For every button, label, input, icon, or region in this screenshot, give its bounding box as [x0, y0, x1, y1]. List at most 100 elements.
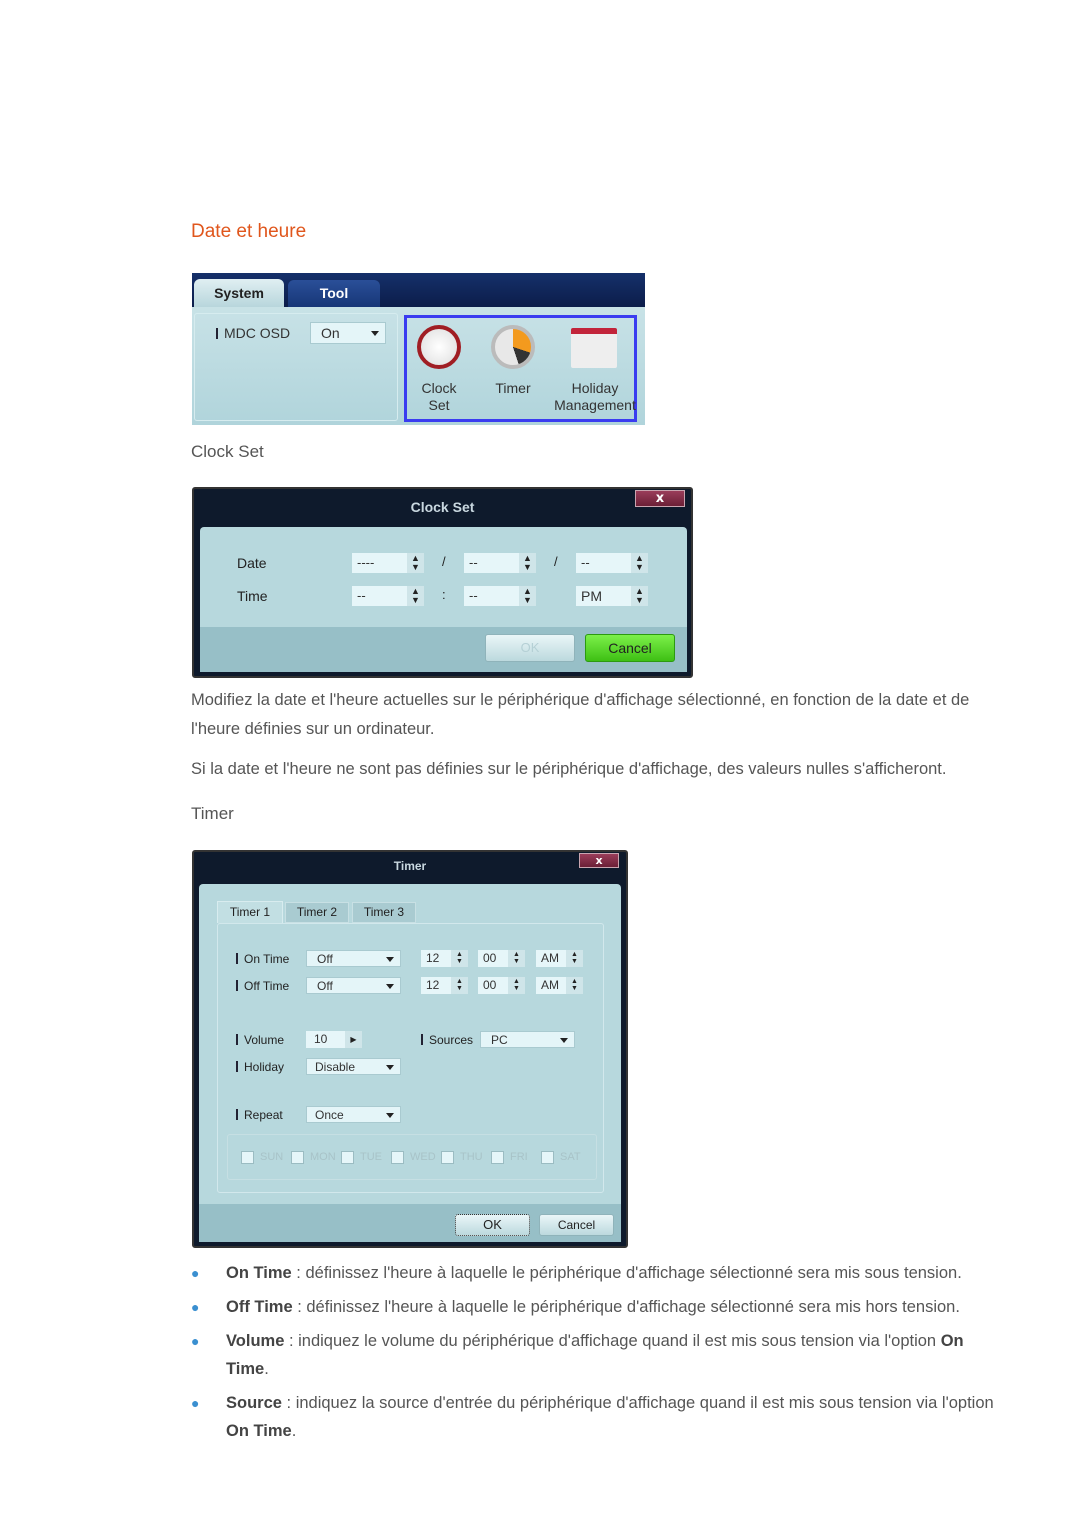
minute-spinner[interactable]: -- ▲ ▼ [464, 586, 536, 606]
calendar-icon[interactable] [571, 328, 617, 368]
tab-tool[interactable]: Tool [288, 280, 380, 307]
up-down-arrows-icon[interactable]: ▲ ▼ [407, 553, 424, 573]
up-down-arrows-icon[interactable]: ▲ ▼ [566, 950, 583, 967]
description: : indiquez la source d'entrée du périphé… [281, 1394, 994, 1412]
chevron-down-icon [386, 1112, 394, 1122]
tab-timer-1[interactable]: Timer 1 [217, 901, 283, 923]
off-minute-spinner[interactable]: 00 ▲ ▼ [478, 977, 525, 994]
holiday-management-label[interactable]: Holiday Management [547, 380, 643, 414]
day-checkbox-sat[interactable] [541, 1151, 554, 1164]
dialog-title: Timer [393, 859, 427, 873]
paragraph: Modifiez la date et l'heure actuelles su… [191, 691, 970, 738]
description: : définissez l'heure à laquelle le périp… [292, 1298, 960, 1316]
on-hour-spinner[interactable]: 12 ▲ ▼ [421, 950, 468, 967]
on-minute-spinner[interactable]: 00 ▲ ▼ [478, 950, 525, 967]
clock-icon[interactable] [417, 325, 461, 369]
close-button[interactable]: x [635, 490, 685, 507]
cancel-button[interactable]: Cancel [539, 1214, 614, 1236]
up-down-arrows-icon[interactable]: ▲ ▼ [508, 950, 525, 967]
month-spinner[interactable]: -- ▲ ▼ [464, 553, 536, 573]
mdc-osd-label: MDC OSD [216, 325, 290, 341]
up-down-arrows-icon[interactable]: ▲ ▼ [631, 553, 648, 573]
year-spinner[interactable]: ---- ▲ ▼ [352, 553, 424, 573]
timer-dialog: Timer x Timer 1 Timer 2 Timer 3 On Time … [192, 850, 628, 1248]
bullet-icon: ● [191, 1395, 200, 1411]
date-label: Date [237, 555, 267, 571]
up-down-arrows-icon[interactable]: ▲ ▼ [519, 553, 536, 573]
arrow-right-icon[interactable]: ▶ [345, 1031, 362, 1048]
mdc-menu-screenshot: System Tool MDC OSD On Clock Set Timer Ho… [192, 273, 645, 425]
time-label: Time [237, 588, 268, 604]
day-label: TUE [360, 1151, 382, 1163]
term: Source [226, 1394, 282, 1412]
day-checkbox-wed[interactable] [391, 1151, 404, 1164]
up-down-arrows-icon[interactable]: ▲ ▼ [519, 586, 536, 606]
day-spinner[interactable]: -- ▲ ▼ [576, 553, 648, 573]
on-time-mode-select[interactable]: Off [306, 950, 401, 967]
term: Off Time [226, 1298, 293, 1316]
mdc-osd-select[interactable]: On [310, 322, 386, 344]
close-button[interactable]: x [579, 853, 619, 868]
ok-button[interactable]: OK [485, 634, 575, 662]
off-ampm-spinner[interactable]: AM ▲ ▼ [536, 977, 583, 994]
up-down-arrows-icon[interactable]: ▲ ▼ [451, 950, 468, 967]
volume-stepper[interactable]: 10 ▶ [306, 1031, 362, 1048]
period: . [291, 1422, 297, 1440]
date-separator: / [554, 554, 558, 569]
chevron-down-icon [386, 983, 394, 993]
dialog-body: Date Time ---- ▲ ▼ / -- ▲ ▼ / -- ▲ ▼ -- ▲ ▼ : --… [200, 527, 687, 672]
off-hour-spinner[interactable]: 12 ▲ ▼ [421, 977, 468, 994]
up-down-arrows-icon[interactable]: ▲ ▼ [631, 586, 648, 606]
paragraph: Si la date et l'heure ne sont pas défini… [191, 760, 947, 778]
chevron-down-icon [386, 956, 394, 966]
chevron-down-icon [560, 1037, 568, 1047]
date-separator: / [442, 554, 446, 569]
day-checkbox-tue[interactable] [341, 1151, 354, 1164]
day-checkbox-thu[interactable] [441, 1151, 454, 1164]
term: Volume [226, 1332, 285, 1350]
term: On Time [226, 1422, 292, 1440]
bullet-icon: ● [191, 1265, 200, 1281]
day-checkbox-mon[interactable] [291, 1151, 304, 1164]
ampm-spinner[interactable]: PM ▲ ▼ [576, 586, 648, 606]
timer-icon[interactable] [491, 325, 535, 369]
cancel-button[interactable]: Cancel [585, 634, 675, 662]
off-time-label: Off Time [236, 979, 289, 993]
on-time-label: On Time [236, 952, 289, 966]
tab-timer-3[interactable]: Timer 3 [352, 902, 416, 923]
up-down-arrows-icon[interactable]: ▲ ▼ [407, 586, 424, 606]
time-separator: : [442, 587, 446, 602]
description: : indiquez le volume du périphérique d'a… [284, 1332, 941, 1350]
day-checkbox-sun[interactable] [241, 1151, 254, 1164]
sources-select[interactable]: PC [480, 1031, 575, 1048]
day-label: WED [410, 1151, 436, 1163]
holiday-select[interactable]: Disable [306, 1058, 401, 1075]
timer-heading: Timer [191, 804, 234, 823]
chevron-down-icon [371, 331, 379, 340]
up-down-arrows-icon[interactable]: ▲ ▼ [508, 977, 525, 994]
hour-spinner[interactable]: -- ▲ ▼ [352, 586, 424, 606]
term: On Time [226, 1264, 292, 1282]
volume-label: Volume [236, 1033, 284, 1047]
ok-button[interactable]: OK [455, 1214, 530, 1236]
repeat-select[interactable]: Once [306, 1106, 401, 1123]
off-time-mode-select[interactable]: Off [306, 977, 401, 994]
tab-system[interactable]: System [194, 279, 284, 307]
day-label: FRI [510, 1151, 528, 1163]
day-checkbox-fri[interactable] [491, 1151, 504, 1164]
mdc-osd-value: On [321, 325, 340, 341]
timer-label[interactable]: Timer [483, 380, 543, 397]
section-heading: Date et heure [191, 221, 307, 242]
repeat-label: Repeat [236, 1108, 283, 1122]
day-label: MON [310, 1151, 336, 1163]
clock-set-label[interactable]: Clock Set [409, 380, 469, 414]
up-down-arrows-icon[interactable]: ▲ ▼ [451, 977, 468, 994]
up-down-arrows-icon[interactable]: ▲ ▼ [566, 977, 583, 994]
holiday-label: Holiday [236, 1060, 284, 1074]
day-label: SAT [560, 1151, 581, 1163]
clock-set-dialog: Clock Set x Date Time ---- ▲ ▼ / -- ▲ ▼ / --… [192, 487, 693, 678]
chevron-down-icon [386, 1064, 394, 1074]
tab-timer-2[interactable]: Timer 2 [285, 902, 349, 923]
on-ampm-spinner[interactable]: AM ▲ ▼ [536, 950, 583, 967]
bullet-icon: ● [191, 1333, 200, 1349]
